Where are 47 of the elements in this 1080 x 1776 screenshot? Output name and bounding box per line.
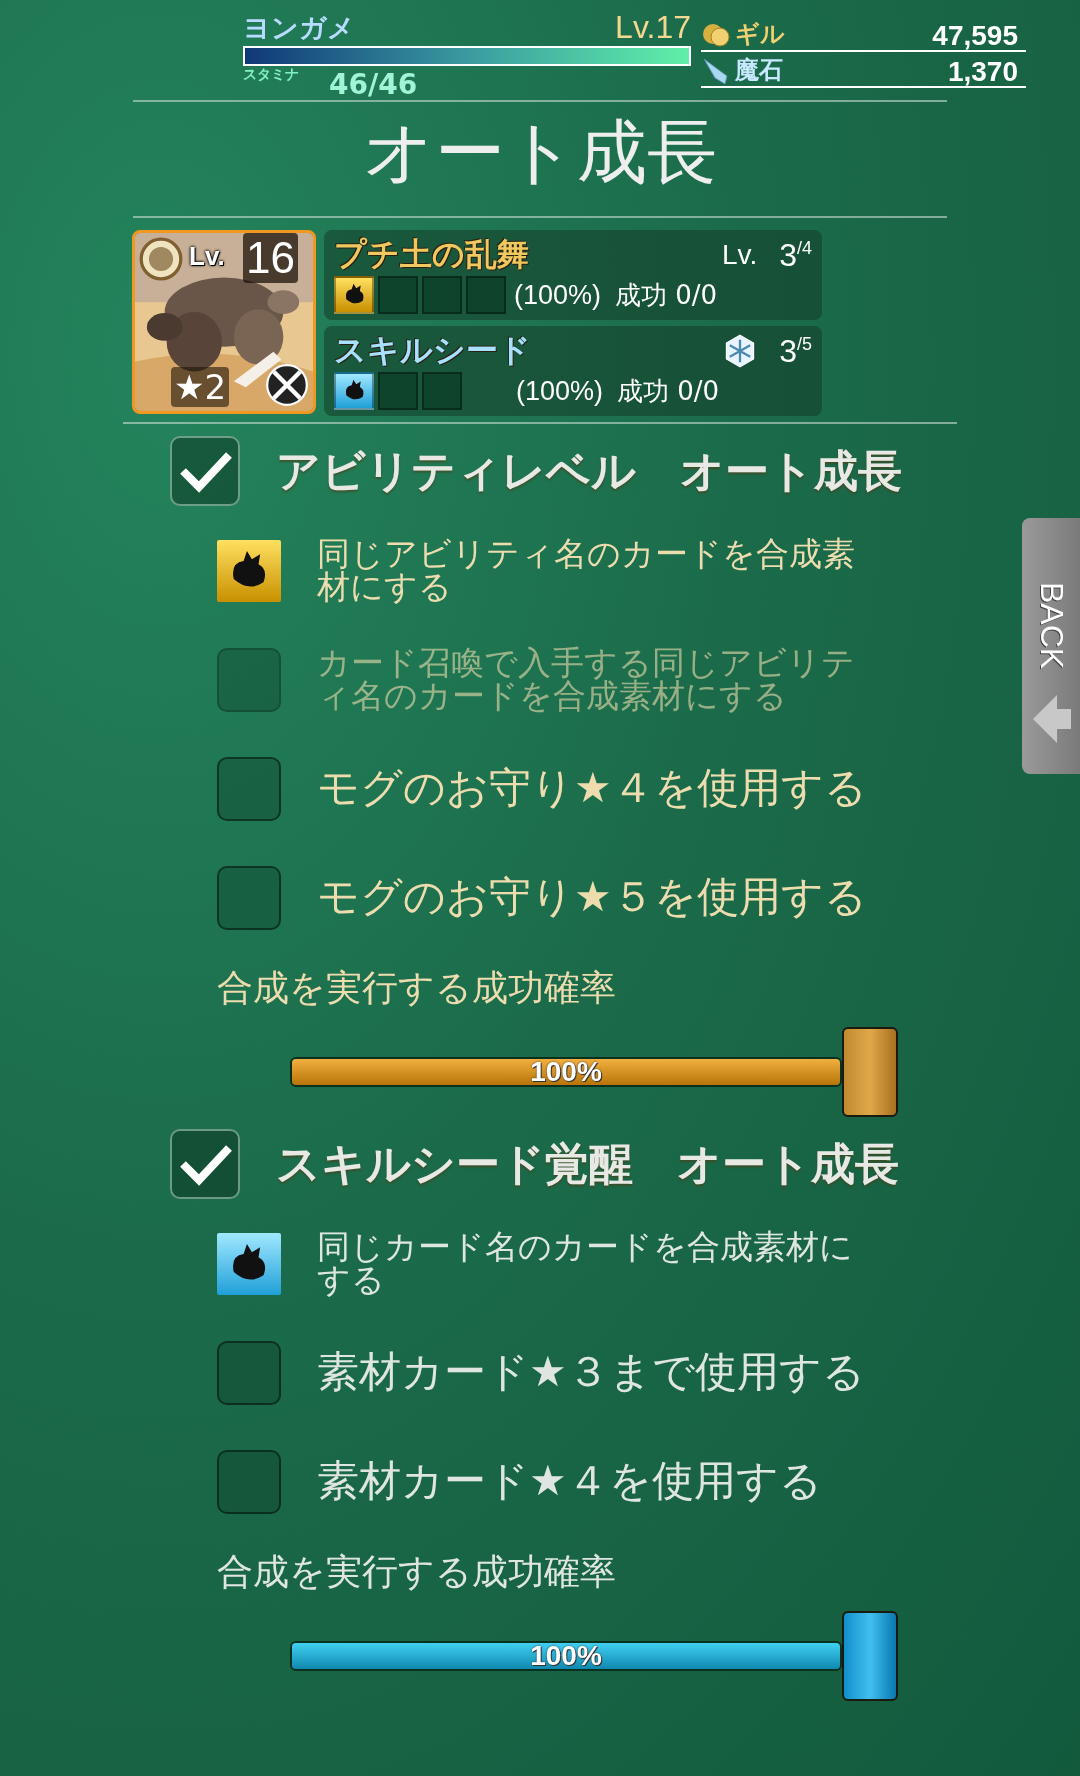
section-checkbox[interactable] <box>170 436 240 506</box>
card-level-label: Lv. <box>189 241 225 272</box>
slider-thumb[interactable] <box>842 1027 898 1117</box>
option-label: 同じカード名のカードを合成素材にする <box>317 1231 854 1296</box>
page-title: オート成長 <box>362 110 718 195</box>
option-label: モグのお守り★５を使用する <box>317 875 868 920</box>
section-checkbox[interactable] <box>170 1129 240 1199</box>
skill-name: スキルシード <box>334 330 531 371</box>
card-level: 16 <box>243 233 298 283</box>
magicite-label: 魔石 <box>735 55 783 86</box>
magicite-amount: 1,370 <box>946 58 1019 86</box>
skill-level-label: Lv. <box>721 239 758 271</box>
skill-level: 3$^{/5}$ <box>779 332 812 370</box>
option-label: モグのお守り★４を使用する <box>317 766 868 811</box>
option-checkbox[interactable] <box>217 756 281 821</box>
option-label: 同じアビリティ名のカードを合成素材にする <box>317 538 856 603</box>
stamina-value: 46/46 <box>329 68 418 101</box>
option-checkbox[interactable] <box>217 1340 281 1405</box>
option-checkbox[interactable] <box>217 1449 281 1514</box>
slider-label: 合成を実行する成功確率 <box>217 1550 617 1594</box>
skill-level: 3$^{/4}$ <box>779 236 812 274</box>
option-label: 素材カード★４を使用する <box>317 1459 823 1504</box>
slider-thumb[interactable] <box>842 1611 898 1701</box>
skill-name: プチ土の乱舞 <box>334 234 529 275</box>
gil-amount: 47,595 <box>931 22 1019 50</box>
gil-label: ギル <box>735 19 785 50</box>
slider-reading: 100% <box>529 1643 603 1669</box>
section-title: スキルシード覚醒 オート成長 <box>276 1136 899 1191</box>
slider-reading: 100% <box>529 1059 603 1085</box>
option-label: 素材カード★３まで使用する <box>317 1350 866 1395</box>
success-count: 成功 0/0 <box>615 278 718 312</box>
crystal-icon <box>701 56 731 86</box>
option-checkbox[interactable] <box>217 865 281 930</box>
monster-icon <box>217 539 281 602</box>
success-rate: (100%) <box>516 375 604 407</box>
option-label: カード召喚で入手する同じアビリティ名のカードを合成素材にする <box>317 647 856 712</box>
unit-card[interactable]: Lv. 16 ★2 <box>132 230 316 414</box>
card-rarity: ★2 <box>171 367 230 407</box>
success-count: 成功 0/0 <box>617 374 720 408</box>
section-title: アビリティレベル オート成長 <box>276 443 902 498</box>
rock-emblem-icon <box>139 237 183 281</box>
monster-icon <box>217 1232 281 1295</box>
player-level: Lv.17 <box>615 9 691 46</box>
stamina-label: スタミナ <box>243 66 299 84</box>
success-rate: (100%) <box>514 279 602 311</box>
player-name: ヨンガメ <box>243 11 355 45</box>
slider-label: 合成を実行する成功確率 <box>217 966 617 1010</box>
